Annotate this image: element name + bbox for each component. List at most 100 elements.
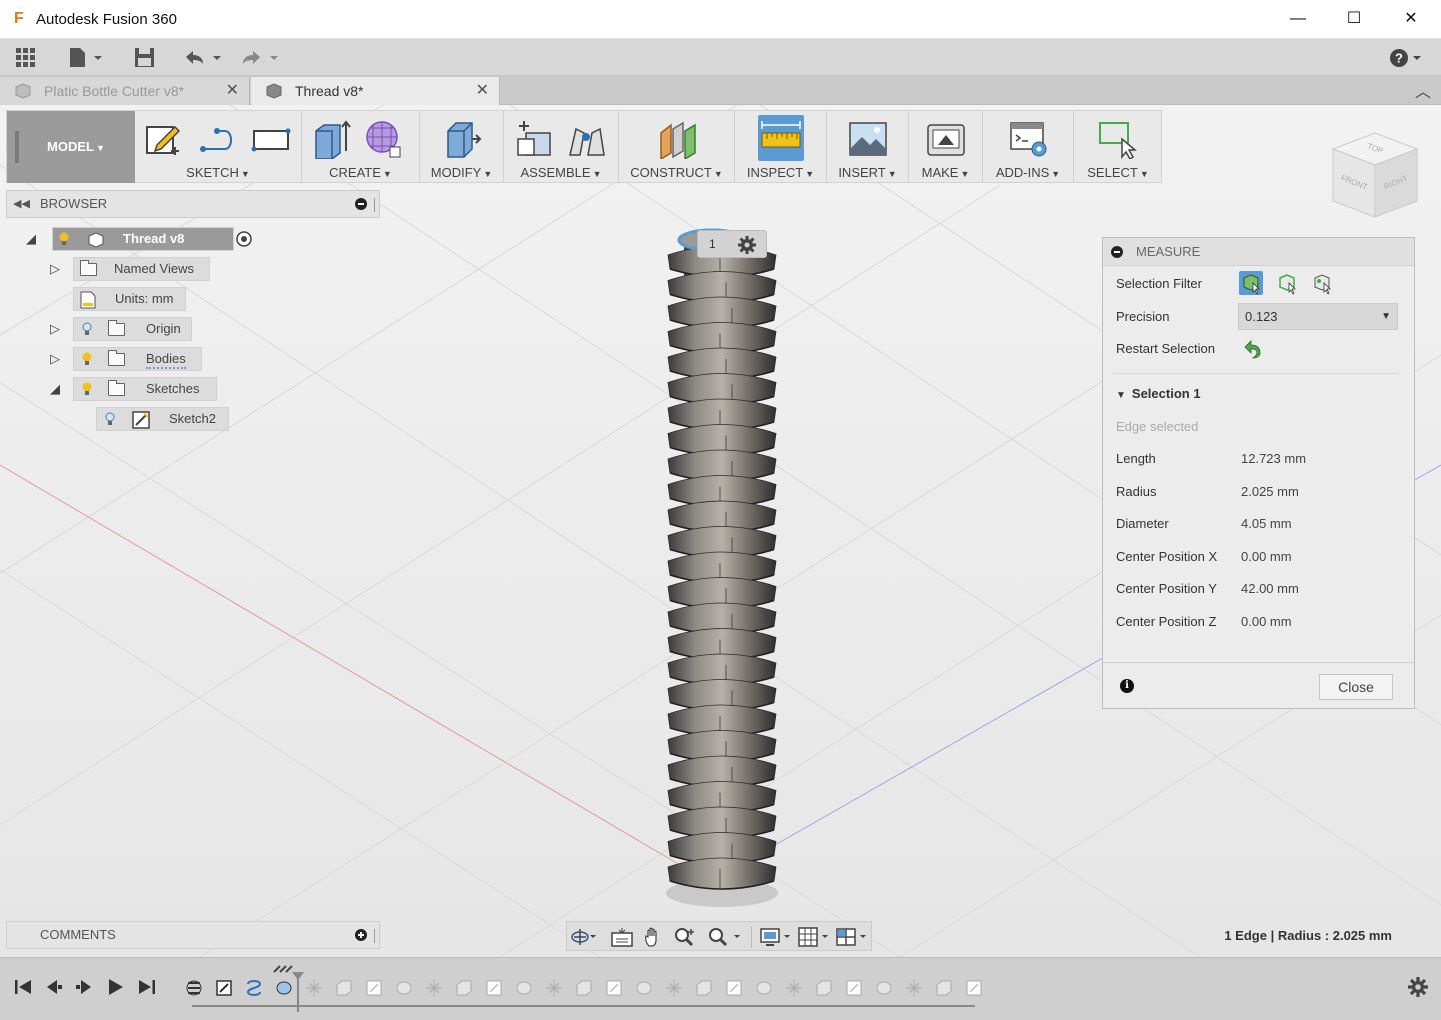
timeline-feature-icon[interactable] [874, 978, 894, 998]
undo-icon[interactable] [183, 47, 225, 73]
units-node[interactable]: Units: mm [73, 287, 186, 311]
visibility-bulb-icon[interactable] [82, 352, 92, 366]
timeline-feature-icon[interactable] [844, 978, 864, 998]
toolbar-grip[interactable] [15, 131, 19, 163]
3d-print-icon[interactable] [926, 119, 966, 159]
timeline-settings-gear-icon[interactable] [1407, 976, 1429, 998]
measure-header[interactable]: MEASURE [1103, 238, 1414, 266]
comments-header[interactable]: COMMENTS [6, 921, 380, 949]
root-component-node[interactable]: Thread v8 [52, 227, 234, 251]
new-component-icon[interactable] [514, 119, 554, 159]
timeline-marker[interactable] [272, 964, 304, 1014]
data-panel-grid-icon[interactable] [14, 46, 38, 72]
timeline-feature-icon[interactable] [574, 978, 594, 998]
go-to-end-icon[interactable] [136, 976, 158, 998]
extrude-icon[interactable] [312, 119, 352, 159]
tree-item-origin[interactable]: ▷ Origin [50, 317, 195, 341]
add-ins-group-label[interactable]: ADD-INS [996, 165, 1049, 180]
create-group-label[interactable]: CREATE [329, 165, 381, 180]
file-menu-icon[interactable] [68, 47, 106, 73]
restart-selection-icon[interactable] [1241, 338, 1263, 360]
scripts-icon[interactable] [1009, 119, 1049, 159]
construct-group-label[interactable]: CONSTRUCT [630, 165, 712, 180]
tree-item-named-views[interactable]: ▷ Named Views [50, 257, 215, 281]
select-icon[interactable] [1098, 119, 1138, 159]
timeline-feature-icon[interactable] [214, 978, 234, 998]
tree-item-sketches[interactable]: ◢ Sketches [50, 377, 220, 401]
collapse-toolbar-icon[interactable]: ︿ [1415, 78, 1431, 102]
rectangle-icon[interactable] [251, 119, 291, 159]
collapse-browser-icon[interactable]: ◀◀ [13, 191, 30, 217]
timeline-feature-icon[interactable] [694, 978, 714, 998]
sketch2-node[interactable]: Sketch2 [96, 407, 229, 431]
measure-icon[interactable] [758, 115, 804, 161]
redo-icon[interactable] [240, 47, 282, 73]
browser-header[interactable]: ◀◀ BROWSER [6, 190, 380, 218]
expand-triangle-icon[interactable]: ▷ [50, 262, 64, 276]
visibility-bulb-icon[interactable] [59, 232, 69, 246]
close-window-button[interactable]: ✕ [1397, 6, 1425, 32]
named-views-node[interactable]: Named Views [73, 257, 210, 281]
timeline-feature-icon[interactable] [424, 978, 444, 998]
timeline-feature-icon[interactable] [724, 978, 744, 998]
info-icon[interactable]: i [1120, 679, 1134, 693]
pan-hand-icon[interactable] [641, 926, 669, 948]
orbit-icon[interactable] [569, 926, 597, 948]
select-group-label[interactable]: SELECT [1087, 165, 1138, 180]
timeline-feature-icon[interactable] [244, 978, 264, 998]
timeline-feature-icon[interactable] [634, 978, 654, 998]
panel-grip[interactable] [374, 929, 377, 943]
viewports-icon[interactable] [835, 926, 871, 948]
offset-plane-icon[interactable] [657, 119, 697, 159]
tree-item-sketch2[interactable]: Sketch2 [96, 407, 231, 431]
selection-1-header[interactable]: ▼ Selection 1 [1116, 384, 1201, 404]
visibility-bulb-icon[interactable] [82, 382, 92, 396]
make-group-label[interactable]: MAKE [922, 165, 959, 180]
tab-thread[interactable]: Thread v8* ✕ [251, 77, 500, 105]
visibility-bulb-icon[interactable] [82, 322, 92, 336]
activate-radio-icon[interactable] [236, 231, 252, 247]
close-measure-button[interactable]: Close [1319, 674, 1393, 700]
timeline-feature-icon[interactable] [514, 978, 534, 998]
add-comment-icon[interactable] [355, 929, 367, 941]
minimize-measure-icon[interactable] [1111, 246, 1123, 258]
timeline-feature-icon[interactable] [604, 978, 624, 998]
zoom-icon[interactable] [671, 926, 699, 948]
press-pull-icon[interactable] [442, 119, 482, 159]
tab-platic-bottle-cutter[interactable]: Platic Bottle Cutter v8* ✕ [0, 77, 250, 105]
sketches-node[interactable]: Sketches [73, 377, 217, 401]
create-sketch-icon[interactable] [143, 119, 183, 159]
joint-icon[interactable] [566, 119, 606, 159]
close-tab-icon[interactable]: ✕ [476, 77, 489, 105]
gear-icon[interactable] [737, 235, 757, 255]
timeline-feature-icon[interactable] [394, 978, 414, 998]
timeline-feature-icon[interactable] [814, 978, 834, 998]
look-at-icon[interactable] [609, 926, 637, 948]
origin-node[interactable]: Origin [73, 317, 192, 341]
insert-image-icon[interactable] [848, 119, 888, 159]
select-body-filter-icon[interactable] [1310, 271, 1334, 295]
save-icon[interactable] [134, 47, 156, 73]
timeline-feature-icon[interactable] [364, 978, 384, 998]
tree-item-bodies[interactable]: ▷ Bodies [50, 347, 205, 371]
assemble-group-label[interactable]: ASSEMBLE [520, 165, 590, 180]
timeline-feature-icon[interactable] [784, 978, 804, 998]
collapse-triangle-icon[interactable]: ▼ [1116, 390, 1126, 401]
help-icon[interactable]: ? [1389, 47, 1425, 73]
collapse-triangle-icon[interactable]: ◢ [26, 232, 40, 246]
timeline-feature-icon[interactable] [964, 978, 984, 998]
minimize-browser-icon[interactable] [355, 198, 367, 210]
tree-item-root[interactable]: ◢ Thread v8 [26, 227, 252, 251]
thread-body[interactable] [650, 225, 800, 915]
precision-select[interactable]: 0.123 ▼ [1238, 303, 1398, 330]
timeline-feature-icon[interactable] [454, 978, 474, 998]
fit-zoom-icon[interactable] [705, 926, 745, 948]
timeline-feature-icon[interactable] [934, 978, 954, 998]
grid-settings-icon[interactable] [797, 926, 833, 948]
timeline-feature-icon[interactable] [184, 978, 204, 998]
view-cube[interactable]: TOP FRONT RIGHT [1325, 125, 1425, 225]
expand-triangle-icon[interactable]: ▷ [50, 322, 64, 336]
go-to-start-icon[interactable] [12, 976, 34, 998]
bodies-node[interactable]: Bodies [73, 347, 202, 371]
insert-group-label[interactable]: INSERT [838, 165, 885, 180]
